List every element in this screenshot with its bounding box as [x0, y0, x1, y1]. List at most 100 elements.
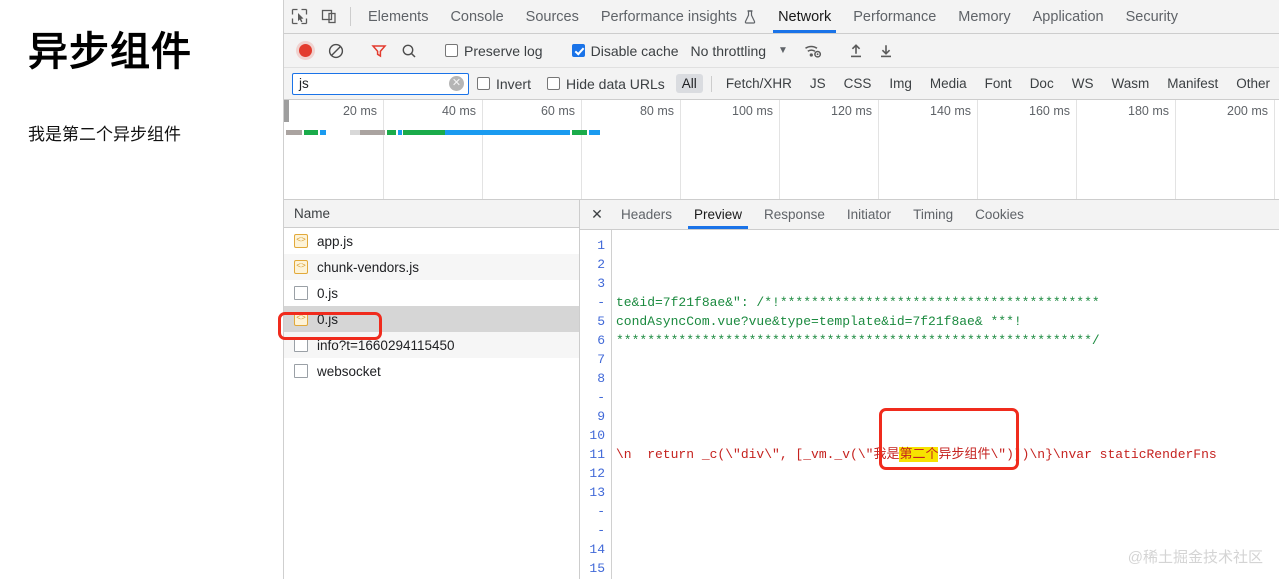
invert-checkbox[interactable]: Invert — [476, 76, 531, 92]
type-filter-other[interactable]: Other — [1230, 74, 1276, 93]
tab-application[interactable]: Application — [1022, 0, 1115, 33]
type-filter-doc[interactable]: Doc — [1024, 74, 1060, 93]
overview-gridline — [680, 100, 681, 199]
device-toolbar-icon[interactable] — [314, 0, 344, 33]
tab-label: Security — [1125, 8, 1178, 25]
tab-preview[interactable]: Preview — [683, 200, 753, 229]
overview-bar-segment — [398, 130, 402, 135]
type-filter-manifest[interactable]: Manifest — [1161, 74, 1224, 93]
checkbox-label: Preserve log — [464, 42, 543, 59]
preserve-log-checkbox[interactable]: Preserve log — [445, 43, 543, 59]
preview-code-viewer[interactable]: 1 2 3 - 5 6 7 8 - 9 10 11 12 13 - - 14 1… — [580, 230, 1279, 579]
type-filter-font[interactable]: Font — [979, 74, 1018, 93]
checkbox-label: Hide data URLs — [565, 75, 665, 92]
tab-security[interactable]: Security — [1115, 0, 1189, 33]
checkbox-box — [476, 77, 490, 90]
web-page-pane: 异步组件 我是第二个异步组件 — [0, 0, 284, 579]
devtools-panel: Elements Console Sources Performance ins… — [278, 0, 1279, 579]
overview-gridline — [779, 100, 780, 199]
table-row[interactable]: 0.js — [284, 280, 579, 306]
table-row[interactable]: <> app.js — [284, 228, 579, 254]
code-line: te&id=7f21f8ae&": /*!*******************… — [616, 293, 1279, 312]
tab-performance-insights[interactable]: Performance insights — [590, 0, 767, 33]
checkbox-label: Disable cache — [590, 42, 679, 59]
overview-tick-label: 100 ms — [732, 104, 773, 118]
overview-tick-label: 80 ms — [639, 104, 674, 118]
hide-data-urls-checkbox[interactable]: Hide data URLs — [546, 75, 665, 92]
type-filter-fetch-xhr[interactable]: Fetch/XHR — [720, 74, 798, 93]
overview-left-grip[interactable] — [284, 100, 289, 122]
tab-network[interactable]: Network — [767, 0, 842, 33]
tab-timing[interactable]: Timing — [902, 200, 964, 229]
toolbar-divider — [350, 7, 351, 26]
line-number: - — [597, 504, 605, 519]
type-filter-all[interactable]: All — [675, 74, 703, 93]
tab-elements[interactable]: Elements — [357, 0, 439, 33]
tab-label: Application — [1032, 8, 1104, 25]
filter-input[interactable]: js ✕ — [292, 72, 469, 95]
overview-bar-segment — [589, 130, 600, 135]
type-filter-ws[interactable]: WS — [1066, 74, 1100, 93]
code-text: te&id=7f21f8ae&": /*!*******************… — [616, 295, 1100, 310]
clear-icon[interactable] — [321, 43, 351, 59]
table-row[interactable]: websocket — [284, 358, 579, 384]
request-details-pane: ✕ Headers Preview Response Initiator Tim… — [580, 200, 1279, 579]
chevron-down-icon[interactable]: ▼ — [778, 45, 788, 56]
overview-gridline — [1076, 100, 1077, 199]
type-filter-css[interactable]: CSS — [838, 74, 878, 93]
disable-cache-checkbox[interactable]: Disable cache — [571, 42, 679, 59]
tab-label: Sources — [525, 8, 579, 25]
line-number: 8 — [597, 371, 605, 386]
request-list-header: Name — [284, 200, 579, 228]
type-filter-media[interactable]: Media — [924, 74, 973, 93]
tab-response[interactable]: Response — [753, 200, 836, 229]
filter-icon[interactable] — [364, 43, 394, 59]
network-conditions-icon[interactable] — [798, 43, 828, 59]
toolbar-divider — [710, 75, 712, 92]
import-har-icon[interactable] — [841, 43, 871, 59]
line-number-gutter: 1 2 3 - 5 6 7 8 - 9 10 11 12 13 - - 14 1… — [580, 230, 612, 579]
line-number: 13 — [589, 485, 605, 500]
network-overview-timeline[interactable]: 20 ms 40 ms 60 ms 80 ms 100 ms 120 ms 14… — [284, 100, 1279, 200]
tab-performance[interactable]: Performance — [842, 0, 947, 33]
tab-cookies[interactable]: Cookies — [964, 200, 1035, 229]
throttling-select[interactable]: No throttling — [691, 43, 766, 59]
table-row[interactable]: <> chunk-vendors.js — [284, 254, 579, 280]
overview-bar-segment — [360, 130, 385, 135]
export-har-icon[interactable] — [871, 43, 901, 59]
overview-gridline — [1274, 100, 1275, 199]
line-number: 1 — [597, 238, 605, 253]
overview-bar-segment — [286, 130, 302, 135]
generic-file-icon — [294, 338, 308, 352]
request-name: info?t=1660294115450 — [317, 337, 455, 353]
overview-tick-label: 60 ms — [540, 104, 575, 118]
type-filter-wasm[interactable]: Wasm — [1105, 74, 1155, 93]
overview-gridline — [878, 100, 879, 199]
tab-initiator[interactable]: Initiator — [836, 200, 902, 229]
close-icon[interactable]: ✕ — [584, 200, 610, 229]
tab-label: Headers — [621, 207, 673, 222]
tab-sources[interactable]: Sources — [515, 0, 590, 33]
tab-label: Elements — [368, 8, 429, 25]
overview-tick-label: 40 ms — [441, 104, 476, 118]
record-button[interactable] — [299, 44, 312, 57]
tab-console[interactable]: Console — [439, 0, 514, 33]
overview-gridline — [1175, 100, 1176, 199]
table-row[interactable]: <> 0.js — [284, 306, 579, 332]
tab-headers[interactable]: Headers — [610, 200, 683, 229]
line-number: 3 — [597, 276, 605, 291]
type-filter-js[interactable]: JS — [804, 74, 832, 93]
clear-filter-icon[interactable]: ✕ — [448, 76, 464, 91]
inspect-element-icon[interactable] — [284, 0, 314, 33]
search-icon[interactable] — [394, 43, 424, 59]
tab-label: Console — [450, 8, 504, 25]
network-split: Name <> app.js <> chunk-vendors.js 0.js … — [278, 200, 1279, 579]
table-row[interactable]: info?t=1660294115450 — [284, 332, 579, 358]
tab-label: Memory — [958, 8, 1011, 25]
tab-memory[interactable]: Memory — [947, 0, 1021, 33]
type-filter-img[interactable]: Img — [883, 74, 918, 93]
